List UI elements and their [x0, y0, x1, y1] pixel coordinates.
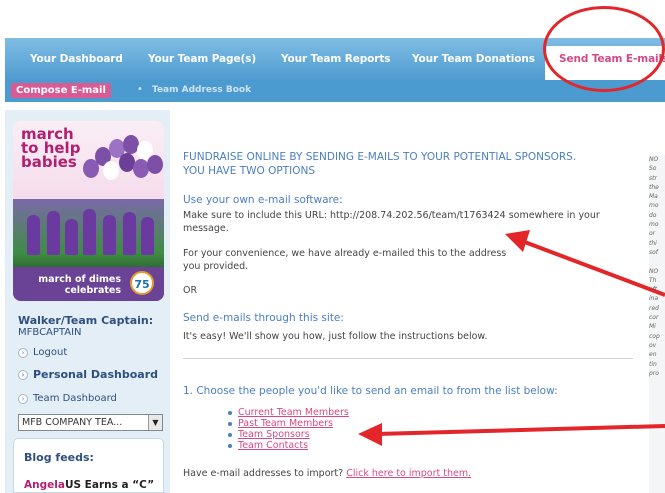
info-panel-line: mo	[649, 221, 659, 229]
sub-navigation: Compose E-mail • Team Address Book	[5, 80, 665, 102]
info-panel-line: the	[649, 183, 659, 191]
info-panel-line: en	[649, 351, 657, 359]
tab-your-dashboard[interactable]: Your Dashboard	[30, 53, 123, 65]
right-info-panel: NO So str the Ma mo do mo or thi sof NO …	[649, 155, 665, 493]
list-item: Team Contacts	[228, 440, 349, 451]
option1-text-line: Make sure to include this URL: http://20…	[183, 210, 600, 221]
team-sponsors-link[interactable]: Team Sponsors	[238, 429, 310, 440]
recipient-list: Current Team Members Past Team Members T…	[228, 407, 349, 451]
compose-email-tab[interactable]: Compose E-mail	[11, 83, 111, 98]
info-panel-line: NO	[649, 267, 659, 275]
team-address-book-tab[interactable]: Team Address Book	[152, 85, 251, 95]
blog-entry-author: Angela	[24, 479, 65, 491]
info-panel-line: pro	[649, 369, 659, 377]
bullet-icon	[228, 421, 232, 426]
current-team-members-link[interactable]: Current Team Members	[238, 407, 349, 418]
import-prompt-text: Have e-mail addresses to import?	[183, 468, 344, 479]
chevron-down-icon[interactable]: ▼	[148, 415, 162, 430]
blog-feeds-title: Blog feeds:	[24, 451, 94, 464]
75-years-badge: 75	[130, 271, 154, 295]
promo-tagline-line: march of dimes	[38, 274, 121, 285]
convenience-text: For your convenience, we have already e-…	[183, 247, 623, 273]
option1-title: Use your own e-mail software:	[183, 194, 343, 206]
info-panel-line: do	[649, 211, 657, 219]
blog-entry[interactable]: AngelaUS Earns a “C”	[24, 479, 154, 491]
info-panel-line: NO	[649, 156, 659, 163]
step1-title: 1. Choose the people you'd like to send …	[183, 385, 558, 397]
walkers-photo	[13, 199, 164, 267]
import-prompt: Have e-mail addresses to import? Click h…	[183, 468, 471, 479]
option2-text: It's easy! We'll show you how, just foll…	[183, 331, 488, 342]
personal-dashboard-label: Personal Dashboard	[33, 368, 158, 381]
team-contacts-link[interactable]: Team Contacts	[238, 440, 308, 451]
subnav-separator: •	[137, 84, 143, 95]
list-item: Past Team Members	[228, 418, 349, 429]
option2-title: Send e-mails through this site:	[183, 312, 344, 324]
list-item: Current Team Members	[228, 407, 349, 418]
convenience-text-line: For your convenience, we have already e-…	[183, 248, 507, 259]
info-panel-line: mo	[649, 202, 659, 210]
top-navigation: Your Dashboard Your Team Page(s) Your Te…	[5, 38, 665, 80]
bullet-icon: ›	[18, 393, 28, 404]
info-panel-line: Ma	[649, 193, 658, 201]
blog-feeds-box: Blog feeds: AngelaUS Earns a “C”	[13, 438, 164, 493]
tab-your-team-reports[interactable]: Your Team Reports	[281, 53, 391, 65]
page-heading: FUNDRAISE ONLINE BY SENDING E-MAILS TO Y…	[183, 150, 613, 178]
info-panel-line: aft	[649, 286, 658, 294]
team-select[interactable]: MFB COMPANY TEA... ▼	[18, 414, 163, 431]
balloons-graphic	[83, 135, 163, 195]
team-dashboard-label: Team Dashboard	[33, 393, 117, 404]
bullet-icon: ›	[18, 369, 28, 380]
info-panel-line	[649, 257, 665, 266]
info-panel-line: or	[649, 230, 656, 238]
option1-text: Make sure to include this URL: http://20…	[183, 209, 623, 235]
bullet-icon	[228, 432, 232, 437]
info-panel-line: ov	[649, 341, 657, 349]
convenience-text-line: you provided.	[183, 261, 249, 272]
bullet-icon: ›	[18, 347, 28, 358]
info-panel-line: red	[649, 304, 659, 312]
logout-label: Logout	[33, 347, 68, 358]
promo-tagline-line: celebrates	[64, 285, 121, 296]
march-of-dimes-promo-banner[interactable]: march to help babies march of dimes cele…	[13, 121, 164, 301]
import-link[interactable]: Click here to import them.	[346, 468, 471, 479]
info-panel-line: Th	[649, 276, 657, 284]
captain-username: MFBCAPTAIN	[18, 327, 82, 338]
info-panel-line: ina	[649, 295, 659, 303]
option1-text-line: message.	[183, 223, 229, 234]
info-panel-line: tin	[649, 360, 657, 368]
page-heading-line: FUNDRAISE ONLINE BY SENDING E-MAILS TO Y…	[183, 151, 577, 163]
info-panel-line: sof	[649, 248, 658, 256]
info-panel-line: So	[649, 165, 657, 173]
past-team-members-link[interactable]: Past Team Members	[238, 418, 333, 429]
info-panel-line: str	[649, 174, 657, 182]
section-divider	[183, 358, 633, 359]
blog-entry-title: US Earns a “C”	[64, 479, 155, 491]
page-heading-line: YOU HAVE TWO OPTIONS	[183, 165, 315, 177]
info-panel-line: cor	[649, 314, 659, 322]
list-item: Team Sponsors	[228, 429, 349, 440]
info-panel-line: cop	[649, 332, 660, 340]
tab-your-team-donations[interactable]: Your Team Donations	[412, 53, 535, 65]
promo-tagline: march of dimes celebrates	[21, 274, 121, 296]
tab-your-team-pages[interactable]: Your Team Page(s)	[148, 53, 256, 65]
tab-send-team-emails[interactable]: Send Team E-mails	[545, 46, 665, 80]
personal-dashboard-link[interactable]: › Personal Dashboard	[18, 368, 158, 381]
info-panel-line: Mi	[649, 323, 656, 331]
promo-headline: march to help babies	[21, 127, 80, 171]
team-select-value: MFB COMPANY TEA...	[22, 417, 123, 428]
bullet-icon	[228, 410, 232, 415]
captain-title: Walker/Team Captain:	[18, 314, 154, 327]
bullet-icon	[228, 443, 232, 448]
team-dashboard-link[interactable]: › Team Dashboard	[18, 393, 117, 404]
promo-headline-line: babies	[21, 153, 77, 171]
or-separator: OR	[183, 285, 198, 296]
logout-link[interactable]: › Logout	[18, 347, 67, 358]
info-panel-line: thi	[649, 239, 657, 247]
